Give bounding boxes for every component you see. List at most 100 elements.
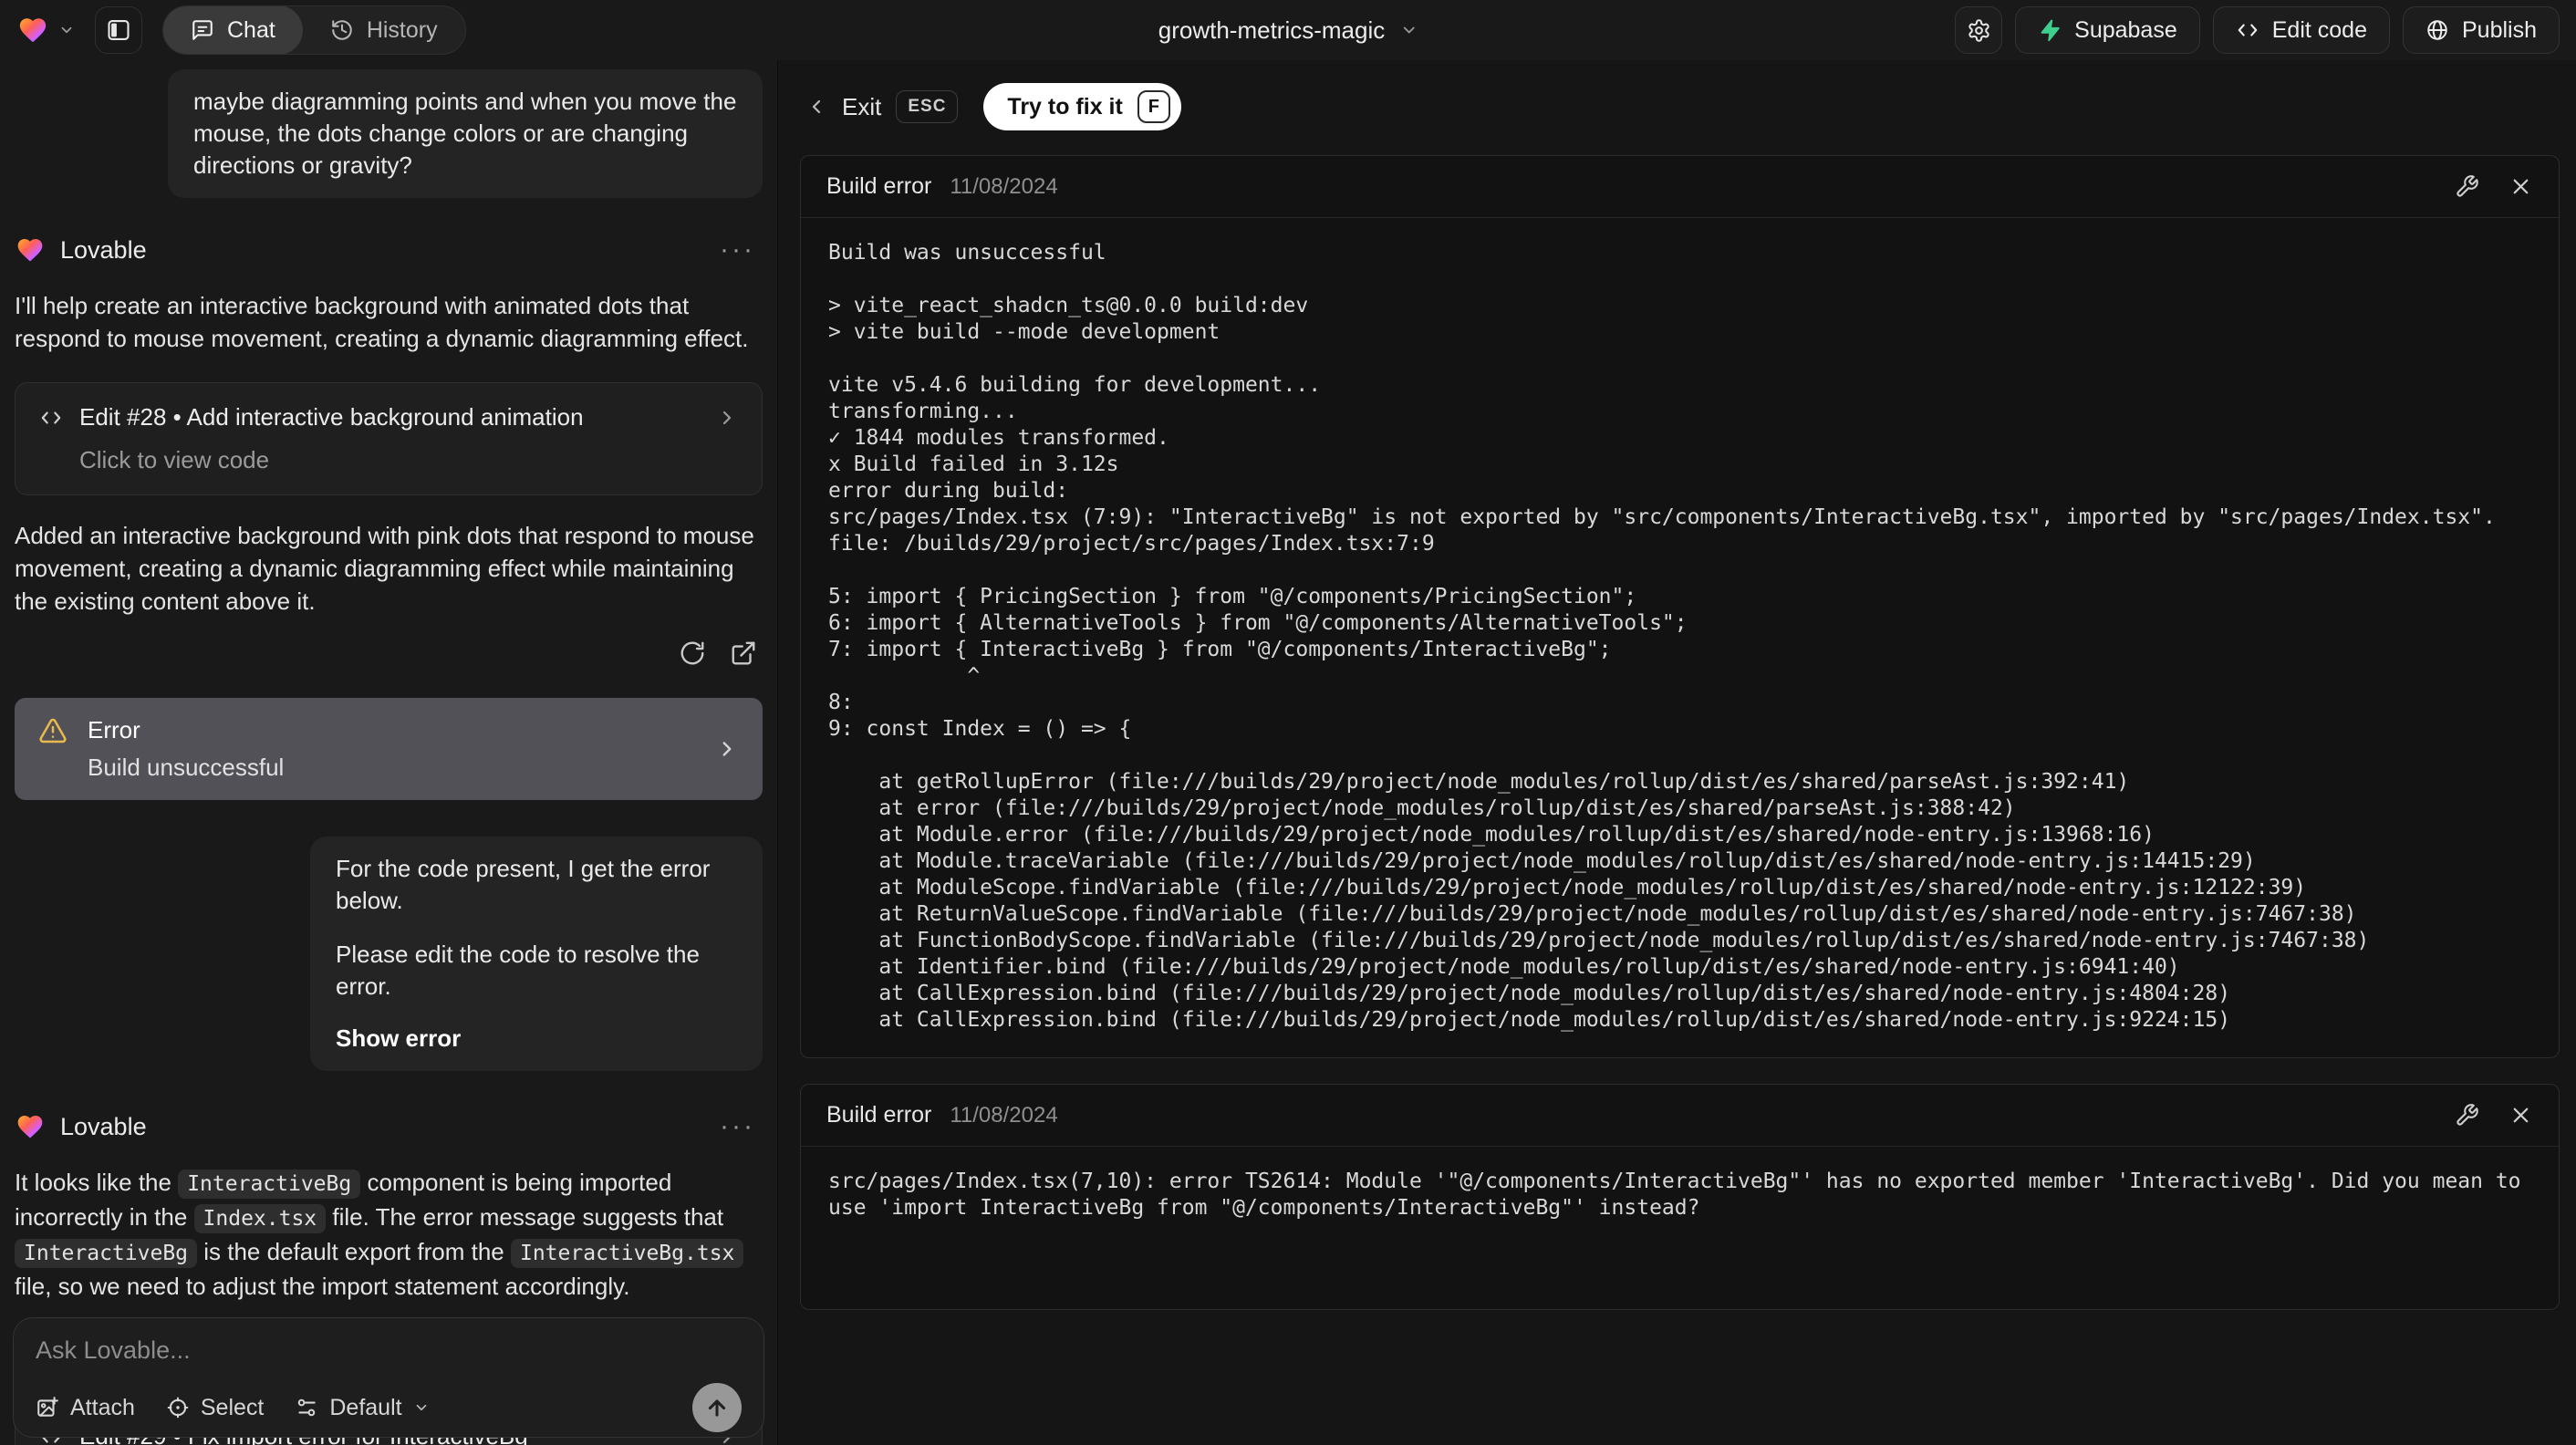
- image-plus-icon: [37, 1397, 58, 1417]
- project-selector[interactable]: growth-metrics-magic: [1158, 0, 1418, 60]
- sliders-icon: [298, 1398, 317, 1417]
- inline-code: InteractiveBg: [178, 1170, 361, 1199]
- edit-code-button[interactable]: Edit code: [2212, 6, 2390, 54]
- assistant-paragraph: It looks like the InteractiveBg componen…: [15, 1166, 763, 1303]
- publish-button[interactable]: Publish: [2403, 6, 2560, 54]
- supabase-label: Supabase: [2074, 16, 2177, 43]
- build-error-card[interactable]: Error Build unsuccessful: [15, 698, 763, 800]
- error-overlay-header: Exit ESC Try to fix it F: [778, 60, 2576, 133]
- fix-wrench-icon[interactable]: [2455, 174, 2479, 199]
- inline-code: Index.tsx: [193, 1204, 327, 1233]
- chat-history-tabs: Chat History: [162, 5, 466, 55]
- project-name: growth-metrics-magic: [1158, 16, 1386, 44]
- chat-input[interactable]: [36, 1336, 742, 1377]
- panel-date: 11/08/2024: [950, 1102, 1058, 1128]
- inline-code: InteractiveBg.tsx: [510, 1239, 744, 1268]
- error-card-subtitle: Build unsuccessful: [88, 754, 285, 781]
- tab-history-label: History: [366, 16, 438, 43]
- open-external-icon[interactable]: [730, 639, 757, 667]
- top-bar: Chat History growth-metrics-magic Supaba…: [0, 0, 2576, 60]
- history-icon: [332, 20, 352, 40]
- user-message-2: For the code present, I get the error be…: [310, 837, 763, 1071]
- lovable-logo-menu[interactable]: [16, 15, 75, 46]
- build-error-panel-2-header: Build error 11/08/2024: [801, 1085, 2559, 1147]
- error-overlay-panel: Exit ESC Try to fix it F Build error 11/…: [777, 60, 2576, 1445]
- build-error-panel-2: Build error 11/08/2024 src/pages/Index.t…: [800, 1084, 2560, 1310]
- code-brackets-icon: [2238, 24, 2258, 36]
- chat-input-box: Attach Select Default: [13, 1317, 764, 1438]
- attach-button[interactable]: Attach: [36, 1395, 135, 1421]
- build-log-text: Build was unsuccessful > vite_react_shad…: [828, 241, 2496, 1032]
- exit-button[interactable]: Exit ESC: [805, 90, 959, 123]
- chevron-down-icon: [416, 1404, 426, 1411]
- lovable-heart-icon: [19, 18, 47, 43]
- f-key-badge: F: [1137, 90, 1170, 123]
- inline-code: InteractiveBg: [15, 1239, 198, 1268]
- user-message-1: maybe diagramming points and when you mo…: [168, 69, 763, 198]
- build-error-panel-1-header: Build error 11/08/2024: [801, 156, 2559, 218]
- model-selector[interactable]: Default: [295, 1395, 429, 1421]
- warning-triangle-icon: [39, 718, 67, 743]
- build-log-text: src/pages/Index.tsx(7,10): error TS2614:…: [828, 1170, 2534, 1220]
- try-to-fix-button[interactable]: Try to fix it F: [983, 83, 1181, 130]
- build-error-log-1: Build was unsuccessful > vite_react_shad…: [801, 218, 2559, 1057]
- topbar-actions: Supabase Edit code Publish: [1955, 6, 2560, 54]
- close-icon[interactable]: [2508, 1103, 2533, 1128]
- lovable-heart-icon: [17, 1116, 43, 1138]
- panel-title: Build error: [826, 173, 932, 199]
- chevron-left-icon: [812, 99, 821, 114]
- esc-key-badge: ESC: [896, 90, 959, 123]
- more-options-icon[interactable]: ···: [720, 1111, 755, 1142]
- fix-wrench-icon[interactable]: [2455, 1103, 2479, 1128]
- assistant-name: Lovable: [60, 1112, 147, 1140]
- chevron-down-icon: [61, 26, 72, 34]
- assistant-message-header: Lovable ···: [15, 1111, 763, 1142]
- gear-icon: [1968, 18, 1989, 42]
- edit-28-title: Edit #28 • Add interactive background an…: [79, 403, 584, 431]
- publish-label: Publish: [2462, 16, 2537, 43]
- tab-history[interactable]: History: [303, 6, 465, 54]
- chat-panel: maybe diagramming points and when you mo…: [0, 60, 777, 1445]
- panel-left-icon: [108, 20, 130, 40]
- chevron-down-icon: [1403, 26, 1415, 34]
- lovable-heart-icon: [17, 239, 43, 262]
- panel-date: 11/08/2024: [950, 173, 1058, 199]
- message-actions: [15, 639, 763, 667]
- code-brackets-icon: [41, 411, 61, 423]
- target-icon: [167, 1397, 189, 1419]
- tab-chat[interactable]: Chat: [163, 6, 303, 54]
- restore-icon[interactable]: [679, 639, 706, 667]
- show-error-link[interactable]: Show error: [336, 1023, 461, 1055]
- exit-label: Exit: [842, 92, 882, 120]
- edit-28-card[interactable]: Edit #28 • Add interactive background an…: [15, 382, 763, 495]
- close-icon[interactable]: [2508, 174, 2533, 199]
- chevron-right-icon: [722, 742, 732, 756]
- panel-title: Build error: [826, 1102, 932, 1128]
- assistant-message-header: Lovable ···: [15, 234, 763, 265]
- user-message-2-line1: For the code present, I get the error be…: [336, 855, 711, 914]
- assistant-paragraph: Added an interactive background with pin…: [15, 519, 763, 618]
- assistant-name: Lovable: [60, 235, 147, 264]
- assistant-paragraph-text: I'll help create an interactive backgrou…: [15, 292, 749, 352]
- globe-icon: [2427, 20, 2447, 40]
- assistant-paragraph: I'll help create an interactive backgrou…: [15, 289, 763, 355]
- error-card-title: Error: [88, 716, 140, 743]
- build-error-log-2: src/pages/Index.tsx(7,10): error TS2614:…: [801, 1147, 2559, 1309]
- arrow-up-icon: [708, 1399, 726, 1417]
- tab-chat-label: Chat: [227, 16, 275, 43]
- chevron-right-icon: [722, 411, 732, 424]
- more-options-icon[interactable]: ···: [720, 234, 755, 265]
- supabase-icon: [2041, 19, 2060, 42]
- user-message-1-text: maybe diagramming points and when you mo…: [193, 88, 737, 179]
- chat-bubble-icon: [192, 20, 213, 40]
- send-button[interactable]: [692, 1383, 742, 1432]
- edit-code-label: Edit code: [2271, 16, 2367, 43]
- edit-28-subtitle: Click to view code: [79, 446, 270, 473]
- user-message-2-line2: Please edit the code to resolve the erro…: [336, 941, 700, 1000]
- assistant-paragraph-text: Added an interactive background with pin…: [15, 522, 754, 615]
- build-error-panel-1: Build error 11/08/2024 Build was unsucce…: [800, 155, 2560, 1058]
- sidebar-toggle-button[interactable]: [95, 6, 142, 54]
- select-element-button[interactable]: Select: [166, 1395, 264, 1421]
- settings-button[interactable]: [1955, 6, 2003, 54]
- supabase-button[interactable]: Supabase: [2015, 6, 2200, 54]
